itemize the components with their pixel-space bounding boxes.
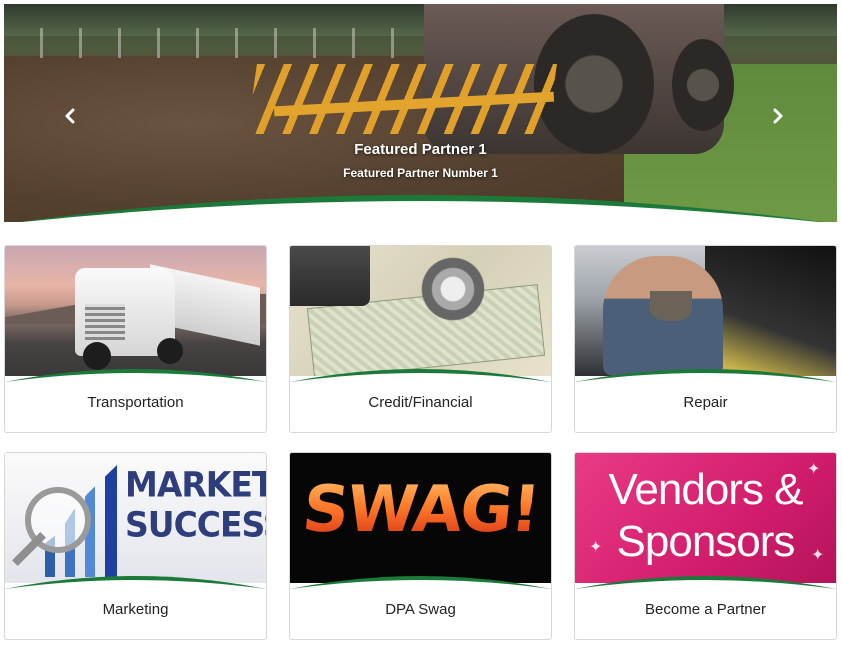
- card-label: Become a Partner: [645, 601, 766, 618]
- card-image-marketing-success: MARKETING SUCCESS: [5, 453, 266, 583]
- category-card-credit-financial[interactable]: Credit/Financial: [289, 245, 552, 433]
- chevron-right-icon: [773, 108, 783, 124]
- featured-carousel[interactable]: Featured Partner 1 Featured Partner Numb…: [4, 4, 837, 222]
- category-card-become-a-partner[interactable]: ✦ ✦ ✦ Vendors & Sponsors Become a Partne…: [574, 452, 837, 640]
- card-image-money: [290, 246, 551, 376]
- card-swoosh: [290, 576, 551, 589]
- category-card-marketing[interactable]: MARKETING SUCCESS Marketing: [4, 452, 267, 640]
- carousel-title: Featured Partner 1: [354, 141, 487, 158]
- card-label: Marketing: [102, 601, 169, 618]
- carousel-prev-button[interactable]: [58, 104, 82, 128]
- card-image-vendors-sponsors: ✦ ✦ ✦ Vendors & Sponsors: [575, 453, 836, 583]
- category-card-transportation[interactable]: Transportation: [4, 245, 267, 433]
- vendors-image-line1: Vendors &: [608, 465, 803, 514]
- card-swoosh: [575, 369, 836, 382]
- chevron-left-icon: [65, 108, 75, 124]
- swag-image-text: SWAG!: [290, 473, 551, 547]
- card-label: Transportation: [87, 394, 184, 411]
- category-card-repair[interactable]: Repair: [574, 245, 837, 433]
- card-swoosh: [5, 369, 266, 382]
- card-image-truck: [5, 246, 266, 376]
- green-swoosh: [18, 195, 823, 222]
- vendors-image-line2: Sponsors: [616, 517, 796, 566]
- card-label: Repair: [683, 394, 728, 411]
- card-image-mechanic: [575, 246, 836, 376]
- card-label: DPA Swag: [385, 601, 456, 618]
- carousel-next-button[interactable]: [766, 104, 790, 128]
- card-swoosh: [290, 369, 551, 382]
- marketing-image-line1: MARKETING: [125, 464, 266, 505]
- card-label: Credit/Financial: [368, 394, 473, 411]
- card-swoosh: [5, 576, 266, 589]
- card-swoosh: [575, 576, 836, 589]
- card-image-swag: SWAG!: [290, 453, 551, 583]
- category-card-dpa-swag[interactable]: SWAG! DPA Swag: [289, 452, 552, 640]
- marketing-image-line2: SUCCESS: [125, 504, 266, 545]
